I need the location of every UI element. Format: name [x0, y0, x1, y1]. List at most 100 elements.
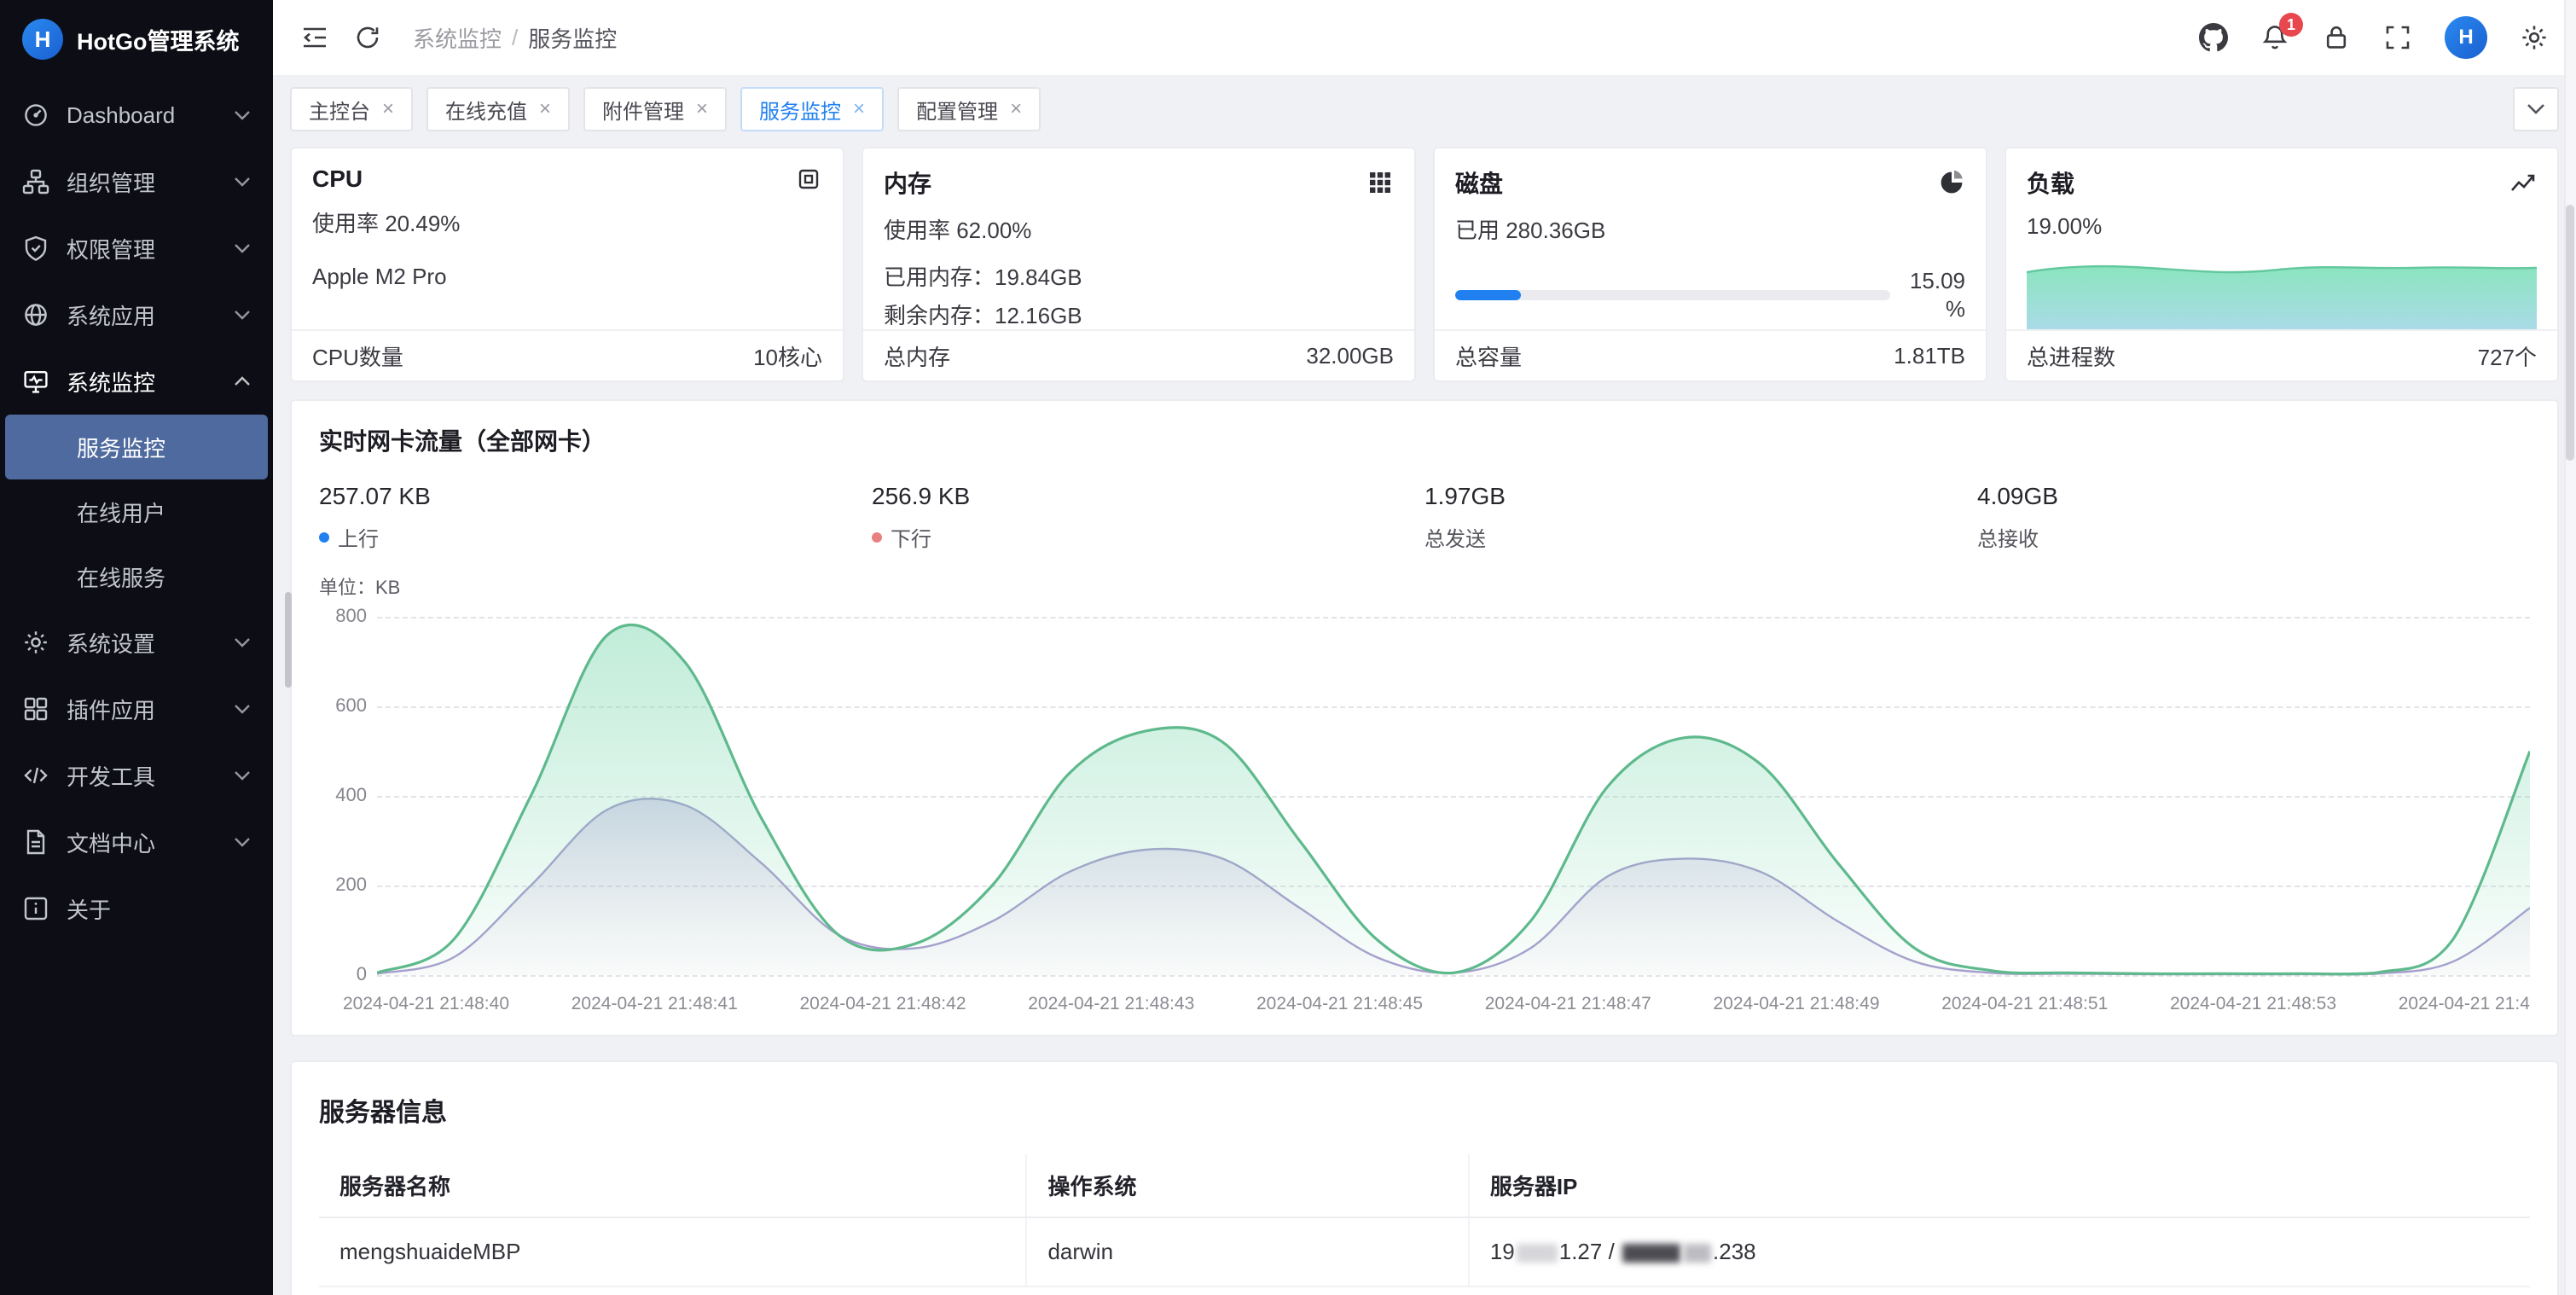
chevron-down-icon: [234, 636, 251, 648]
trend-chart-icon: [2509, 169, 2537, 196]
disk-progress-fill: [1455, 290, 1521, 300]
shield-icon: [22, 235, 49, 262]
column-header-os: 操作系统: [1026, 1154, 1468, 1217]
github-icon[interactable]: [2199, 23, 2228, 52]
server-os-cell: darwin: [1026, 1217, 1468, 1286]
load-card-title: 负载: [2027, 166, 2074, 200]
memory-footer-value: 32.00GB: [1306, 343, 1394, 369]
close-icon[interactable]: ×: [382, 99, 394, 119]
app-logo[interactable]: H HotGo管理系统: [0, 0, 273, 78]
collapse-sidebar-icon[interactable]: [300, 23, 329, 52]
area-series-上行: [377, 624, 2530, 975]
traffic-stat-down: 256.9 KB 下行: [872, 483, 1424, 552]
chevron-down-icon: [234, 703, 251, 715]
x-axis-label: 2024-04-21 21:48:42: [800, 994, 966, 1014]
tab-console[interactable]: 主控台 ×: [290, 87, 413, 131]
memory-usage: 使用率 62.00%: [884, 213, 1394, 245]
cpu-model: Apple M2 Pro: [312, 264, 822, 290]
traffic-stats: 257.07 KB 上行 256.9 KB 下行 1.97GB 总发送 4.09…: [319, 483, 2530, 552]
close-icon[interactable]: ×: [853, 99, 865, 119]
tab-options-button[interactable]: [2513, 87, 2559, 131]
sidebar-item-plugins[interactable]: 插件应用: [0, 676, 273, 742]
chevron-down-icon: [234, 309, 251, 321]
sidebar-item-system-settings[interactable]: 系统设置: [0, 609, 273, 676]
sidebar-item-system-monitor[interactable]: 系统监控: [0, 348, 273, 415]
sidebar-item-dashboard[interactable]: Dashboard: [0, 82, 273, 148]
topbar: 系统监控 / 服务监控 1: [273, 0, 2576, 75]
sidebar-item-dev-tools[interactable]: 开发工具: [0, 742, 273, 809]
close-icon[interactable]: ×: [696, 99, 708, 119]
tab-service-monitor[interactable]: 服务监控 ×: [740, 87, 884, 131]
disk-progress-track: [1455, 290, 1890, 300]
topbar-actions: 1 H: [2199, 16, 2549, 59]
avatar[interactable]: H: [2445, 16, 2487, 59]
y-axis-label: 200: [335, 874, 367, 896]
chevron-down-icon: [234, 109, 251, 121]
load-footer-label: 总进程数: [2027, 340, 2115, 372]
server-info-title: 服务器信息: [319, 1091, 2530, 1129]
tab-config-manage[interactable]: 配置管理 ×: [897, 87, 1041, 131]
disk-footer-value: 1.81TB: [1894, 343, 1965, 369]
tabbar: 主控台 × 在线充值 × 附件管理 × 服务监控 × 配置管理 ×: [273, 75, 2576, 143]
chevron-down-icon: [234, 242, 251, 254]
settings-gear-icon[interactable]: [2520, 23, 2549, 52]
breadcrumb-parent[interactable]: 系统监控: [413, 22, 502, 54]
fullscreen-icon[interactable]: [2383, 23, 2412, 52]
grid-icon: [22, 695, 49, 723]
chart-unit-label: 单位：KB: [319, 572, 2530, 600]
column-header-server-ip: 服务器IP: [1469, 1154, 2530, 1217]
disk-used: 已用 280.36GB: [1455, 213, 1965, 245]
memory-card: 内存 使用率 62.00% 已用内存：19.84GB 剩余内存：12.16GB …: [862, 147, 1416, 382]
close-icon[interactable]: ×: [1010, 99, 1022, 119]
breadcrumb-current[interactable]: 服务监控: [528, 22, 617, 54]
sidebar-subitem-online-users[interactable]: 在线用户: [5, 479, 268, 544]
y-axis-label: 400: [335, 784, 367, 806]
cpu-footer-label: CPU数量: [312, 340, 403, 372]
code-icon: [22, 762, 49, 789]
traffic-stat-sent: 1.97GB 总发送: [1424, 483, 1977, 552]
content-scrollbar-thumb[interactable]: [285, 592, 292, 688]
tab-attachment-manage[interactable]: 附件管理 ×: [583, 87, 727, 131]
sidebar-item-docs[interactable]: 文档中心: [0, 809, 273, 875]
sidebar-subitem-online-services[interactable]: 在线服务: [5, 544, 268, 609]
notifications-button[interactable]: 1: [2260, 23, 2289, 52]
chevron-down-icon: [234, 769, 251, 781]
sidebar-item-system-apps[interactable]: 系统应用: [0, 282, 273, 348]
server-ip-cell: 191.27 / .238: [1469, 1217, 2530, 1286]
x-axis-label: 2024-04-21 21:48:40: [343, 994, 509, 1014]
server-info-card: 服务器信息 服务器名称 操作系统 服务器IP mengshuaideMBP da…: [290, 1060, 2559, 1295]
refresh-icon[interactable]: [353, 23, 382, 52]
memory-free: 剩余内存：12.16GB: [884, 299, 1394, 329]
info-icon: [22, 895, 49, 922]
y-axis-label: 600: [335, 694, 367, 717]
stat-cards-row: CPU 使用率 20.49% Apple M2 Pro CPU数量 10核心: [290, 147, 2559, 382]
x-axis-label: 2024-04-21 21:48:49: [1714, 994, 1880, 1014]
cpu-card: CPU 使用率 20.49% Apple M2 Pro CPU数量 10核心: [290, 147, 844, 382]
globe-icon: [22, 301, 49, 328]
traffic-stat-received: 4.09GB 总接收: [1977, 483, 2530, 552]
document-icon: [22, 828, 49, 856]
tab-online-recharge[interactable]: 在线充值 ×: [426, 87, 570, 131]
cpu-card-title: CPU: [312, 166, 363, 193]
close-icon[interactable]: ×: [539, 99, 551, 119]
cpu-chip-icon: [795, 166, 822, 193]
cpu-usage: 使用率 20.49%: [312, 206, 822, 238]
x-axis-label: 2024-04-21 21:48:51: [1941, 994, 2108, 1014]
sidebar-item-permissions[interactable]: 权限管理: [0, 215, 273, 282]
pie-chart-icon: [1938, 169, 1965, 196]
sidebar-subitem-service-monitor[interactable]: 服务监控: [5, 415, 268, 479]
page-scrollbar-thumb[interactable]: [2566, 205, 2574, 461]
page-scrollbar[interactable]: [2564, 0, 2576, 1295]
cpu-footer-value: 10核心: [753, 340, 822, 372]
traffic-stat-up: 257.07 KB 上行: [319, 483, 872, 552]
memory-used: 已用内存：19.84GB: [884, 260, 1394, 292]
x-axis-label: 2024-04-21 21:48:43: [1028, 994, 1194, 1014]
sidebar-item-about[interactable]: 关于: [0, 875, 273, 942]
ip-redaction-mask: [1517, 1244, 1558, 1263]
sidebar-item-organization[interactable]: 组织管理: [0, 148, 273, 215]
org-tree-icon: [22, 168, 49, 195]
server-name-cell: mengshuaideMBP: [319, 1217, 1026, 1286]
chevron-down-icon: [234, 176, 251, 188]
column-header-server-name: 服务器名称: [319, 1154, 1026, 1217]
lock-icon[interactable]: [2322, 23, 2351, 52]
